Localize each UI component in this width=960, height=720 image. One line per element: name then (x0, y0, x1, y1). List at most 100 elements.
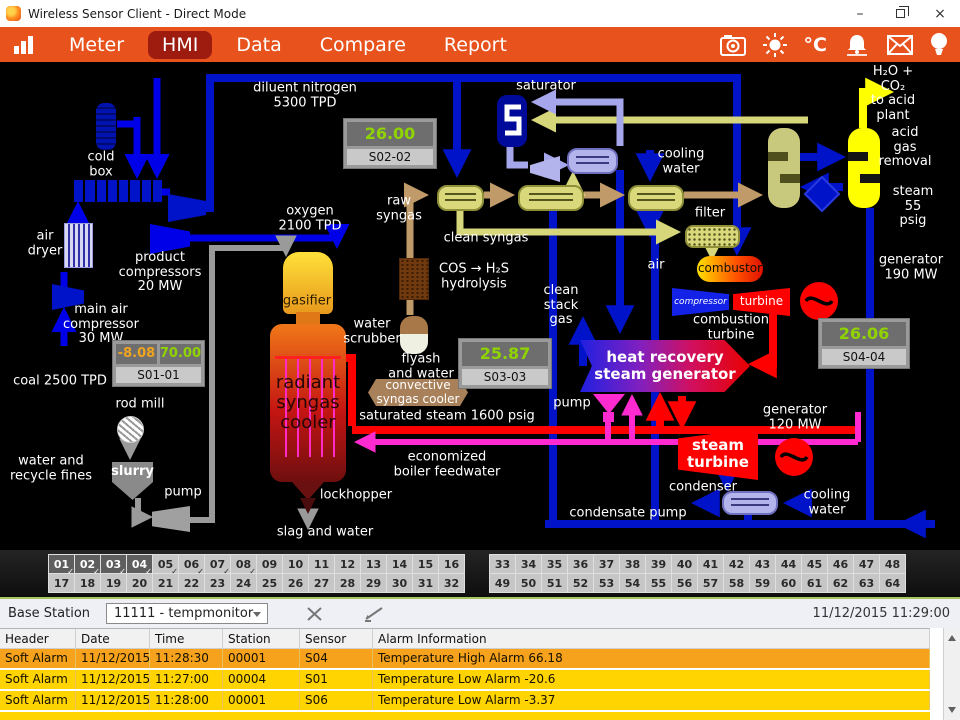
grid-cell-26[interactable]: 26 (283, 574, 308, 592)
grid-cell-38[interactable]: 38 (620, 555, 645, 573)
grid-cell-09[interactable]: 09 (257, 555, 282, 573)
cell-date: 11/12/2015 (76, 670, 150, 689)
base-station-value: 11111 - tempmonitor (114, 606, 253, 621)
temperature-unit-icon[interactable]: °C (804, 34, 827, 56)
grid-cell-16[interactable]: 16 (439, 555, 464, 573)
grid-cell-22[interactable]: 22 (179, 574, 204, 592)
grid-cell-49[interactable]: 49 (490, 574, 515, 592)
grid-cell-54[interactable]: 54 (620, 574, 645, 592)
grid-cell-02[interactable]: 02✓ (75, 555, 100, 573)
grid-cell-59[interactable]: 59 (750, 574, 775, 592)
camera-icon[interactable] (720, 34, 746, 56)
grid-cell-47[interactable]: 47 (854, 555, 879, 573)
grid-cell-25[interactable]: 25 (257, 574, 282, 592)
grid-cell-39[interactable]: 39 (646, 555, 671, 573)
scroll-up-icon[interactable] (948, 635, 956, 641)
nav-chart-icon[interactable] (14, 36, 33, 54)
grid-cell-35[interactable]: 35 (542, 555, 567, 573)
grid-cell-57[interactable]: 57 (698, 574, 723, 592)
grid-cell-32[interactable]: 32 (439, 574, 464, 592)
grid-cell-42[interactable]: 42 (724, 555, 749, 573)
sensor-box-s04[interactable]: 26.06 S04-04 (818, 318, 910, 369)
tab-report[interactable]: Report (430, 31, 521, 59)
sensor-box-s02[interactable]: 26.00 S02-02 (343, 118, 437, 169)
grid-cell-20[interactable]: 20 (127, 574, 152, 592)
grid-cell-08[interactable]: 08✓ (231, 555, 256, 573)
label-cos-hydrolysis: COS → H₂S hydrolysis (439, 262, 509, 291)
grid-cell-50[interactable]: 50 (516, 574, 541, 592)
grid-cell-13[interactable]: 13 (361, 555, 386, 573)
bulb-icon[interactable] (930, 32, 948, 58)
grid-cell-27[interactable]: 27 (309, 574, 334, 592)
grid-cell-10[interactable]: 10 (283, 555, 308, 573)
alarm-row[interactable]: Soft Alarm 11/12/2015 11:27:00 00004 S01… (0, 670, 930, 691)
grid-cell-12[interactable]: 12 (335, 555, 360, 573)
grid-cell-34[interactable]: 34 (516, 555, 541, 573)
grid-cell-52[interactable]: 52 (568, 574, 593, 592)
brightness-icon[interactable] (763, 33, 787, 57)
grid-cell-44[interactable]: 44 (776, 555, 801, 573)
label-generator-190: generator 190 MW (879, 253, 943, 282)
grid-cell-01[interactable]: 01✓ (49, 555, 74, 573)
col-header: Header (0, 629, 76, 648)
tab-hmi[interactable]: HMI (148, 31, 212, 59)
edit-pencil-icon[interactable] (362, 606, 386, 622)
grid-cell-03[interactable]: 03✓ (101, 555, 126, 573)
tab-data[interactable]: Data (222, 31, 295, 59)
restore-button[interactable] (880, 0, 920, 27)
grid-cell-61[interactable]: 61 (802, 574, 827, 592)
grid-cell-60[interactable]: 60 (776, 574, 801, 592)
grid-cell-62[interactable]: 62 (828, 574, 853, 592)
grid-cell-36[interactable]: 36 (568, 555, 593, 573)
grid-cell-33[interactable]: 33 (490, 555, 515, 573)
grid-cell-63[interactable]: 63 (854, 574, 879, 592)
minimize-button[interactable]: – (840, 0, 880, 27)
grid-cell-23[interactable]: 23 (205, 574, 230, 592)
grid-cell-51[interactable]: 51 (542, 574, 567, 592)
grid-cell-58[interactable]: 58 (724, 574, 749, 592)
grid-cell-06[interactable]: 06✓ (179, 555, 204, 573)
grid-cell-05[interactable]: 05✓ (153, 555, 178, 573)
grid-cell-55[interactable]: 55 (646, 574, 671, 592)
grid-cell-17[interactable]: 17 (49, 574, 74, 592)
grid-cell-29[interactable]: 29 (361, 574, 386, 592)
grid-cell-19[interactable]: 19 (101, 574, 126, 592)
grid-cell-37[interactable]: 37 (594, 555, 619, 573)
grid-cell-21[interactable]: 21 (153, 574, 178, 592)
grid-cell-28[interactable]: 28 (335, 574, 360, 592)
radiant-syngas-cooler-vessel: radiant syngas cooler (270, 324, 346, 482)
table-scrollbar[interactable] (943, 628, 960, 720)
gas-turbine-label: turbine (740, 295, 783, 308)
delete-icon[interactable] (306, 606, 324, 622)
hrsg-shape: heat recovery steam generator (580, 340, 750, 392)
base-station-dropdown[interactable]: 11111 - tempmonitor (106, 603, 268, 624)
alarm-bell-icon[interactable] (844, 33, 870, 57)
grid-cell-45[interactable]: 45 (802, 555, 827, 573)
alarm-row[interactable]: Soft Alarm 11/12/2015 11:28:00 00001 S06… (0, 691, 930, 712)
grid-cell-15[interactable]: 15 (413, 555, 438, 573)
grid-cell-24[interactable]: 24 (231, 574, 256, 592)
grid-cell-53[interactable]: 53 (594, 574, 619, 592)
sensor-box-s03[interactable]: 25.87 S03-03 (458, 338, 552, 389)
grid-cell-31[interactable]: 31 (413, 574, 438, 592)
tab-compare[interactable]: Compare (306, 31, 420, 59)
grid-cell-41[interactable]: 41 (698, 555, 723, 573)
grid-cell-64[interactable]: 64 (880, 574, 905, 592)
grid-cell-30[interactable]: 30 (387, 574, 412, 592)
sensor-box-s01[interactable]: -8.08 70.00 S01-01 (112, 340, 205, 387)
scroll-down-icon[interactable] (948, 707, 956, 713)
close-button[interactable]: × (920, 0, 960, 27)
grid-cell-48[interactable]: 48 (880, 555, 905, 573)
grid-cell-04[interactable]: 04✓ (127, 555, 152, 573)
tab-meter[interactable]: Meter (55, 31, 138, 59)
grid-cell-40[interactable]: 40 (672, 555, 697, 573)
grid-cell-56[interactable]: 56 (672, 574, 697, 592)
grid-cell-43[interactable]: 43 (750, 555, 775, 573)
mail-icon[interactable] (887, 35, 913, 55)
grid-cell-46[interactable]: 46 (828, 555, 853, 573)
alarm-row[interactable]: Soft Alarm 11/12/2015 11:28:30 00001 S04… (0, 649, 930, 670)
grid-cell-07[interactable]: 07✓ (205, 555, 230, 573)
grid-cell-18[interactable]: 18 (75, 574, 100, 592)
grid-cell-14[interactable]: 14 (387, 555, 412, 573)
grid-cell-11[interactable]: 11 (309, 555, 334, 573)
